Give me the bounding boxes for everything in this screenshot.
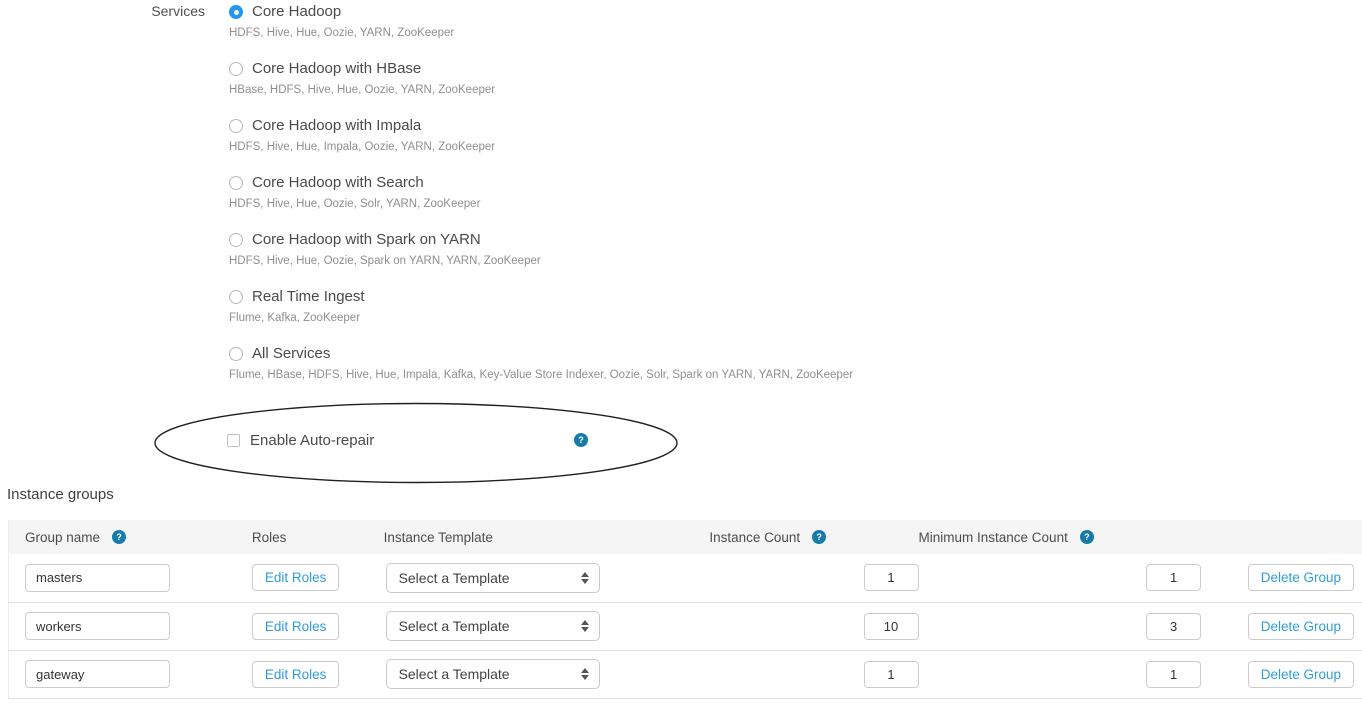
radio-icon[interactable] (229, 290, 243, 304)
radio-icon[interactable] (229, 176, 243, 190)
delete-group-button[interactable]: Delete Group (1248, 613, 1354, 640)
auto-repair-label: Enable Auto-repair (250, 432, 374, 449)
instance-template-select[interactable]: Select a Template (386, 659, 600, 689)
select-stepper-icon (581, 572, 589, 584)
select-stepper-icon (581, 668, 589, 680)
services-section: Services Core Hadoop HDFS, Hive, Hue, Oo… (0, 2, 853, 401)
auto-repair-checkbox[interactable] (227, 434, 240, 447)
auto-repair-help-icon[interactable]: ? (574, 433, 588, 447)
instance-count-input[interactable] (864, 564, 919, 591)
group-name-input[interactable] (25, 564, 170, 592)
service-option-all-services: All Services Flume, HBase, HDFS, Hive, H… (229, 344, 853, 383)
select-value: Select a Template (399, 618, 510, 634)
service-option-core-hadoop-impala: Core Hadoop with Impala HDFS, Hive, Hue,… (229, 116, 853, 155)
column-header-group-name: Group name (25, 530, 100, 545)
radio-label: Core Hadoop with Spark on YARN (252, 230, 481, 249)
service-description: Flume, HBase, HDFS, Hive, Hue, Impala, K… (229, 368, 853, 383)
radio-row-core-hadoop-spark[interactable]: Core Hadoop with Spark on YARN (229, 230, 853, 249)
minimum-instance-count-input[interactable] (1146, 564, 1201, 591)
service-description: HDFS, Hive, Hue, Oozie, Spark on YARN, Y… (229, 254, 853, 269)
service-option-real-time-ingest: Real Time Ingest Flume, Kafka, ZooKeeper (229, 287, 853, 326)
minimum-instance-count-input[interactable] (1146, 661, 1201, 688)
table-row-workers: Edit Roles Select a Template Delete Grou… (9, 602, 1362, 650)
radio-icon[interactable] (229, 347, 243, 361)
radio-row-core-hadoop-search[interactable]: Core Hadoop with Search (229, 173, 853, 192)
table-row-gateway: Edit Roles Select a Template Delete Grou… (9, 650, 1362, 698)
instance-groups-table: Group name ? Roles Instance Template Ins… (8, 520, 1362, 699)
instance-template-select[interactable]: Select a Template (386, 611, 600, 641)
select-value: Select a Template (399, 666, 510, 682)
radio-label: Core Hadoop with Impala (252, 116, 421, 135)
cluster-config-page: Services Core Hadoop HDFS, Hive, Hue, Oo… (0, 0, 1362, 704)
column-header-instance-template: Instance Template (384, 530, 493, 545)
table-header-row: Group name ? Roles Instance Template Ins… (9, 520, 1362, 554)
edit-roles-button[interactable]: Edit Roles (252, 661, 340, 688)
minimum-instance-count-help-icon[interactable]: ? (1080, 530, 1094, 544)
radio-icon-selected[interactable] (229, 5, 243, 19)
service-description: HDFS, Hive, Hue, Oozie, YARN, ZooKeeper (229, 26, 853, 41)
radio-row-core-hadoop-impala[interactable]: Core Hadoop with Impala (229, 116, 853, 135)
column-header-roles: Roles (252, 530, 287, 545)
minimum-instance-count-input[interactable] (1146, 613, 1201, 640)
radio-label: Core Hadoop with Search (252, 173, 424, 192)
radio-label: All Services (252, 344, 330, 363)
instance-count-input[interactable] (864, 613, 919, 640)
edit-roles-button[interactable]: Edit Roles (252, 613, 340, 640)
service-description: Flume, Kafka, ZooKeeper (229, 311, 853, 326)
radio-label: Real Time Ingest (252, 287, 365, 306)
service-option-core-hadoop: Core Hadoop HDFS, Hive, Hue, Oozie, YARN… (229, 2, 853, 41)
service-option-core-hadoop-hbase: Core Hadoop with HBase HBase, HDFS, Hive… (229, 59, 853, 98)
radio-icon[interactable] (229, 62, 243, 76)
delete-group-button[interactable]: Delete Group (1248, 661, 1354, 688)
instance-groups-title: Instance groups (7, 486, 114, 503)
service-option-core-hadoop-spark: Core Hadoop with Spark on YARN HDFS, Hiv… (229, 230, 853, 269)
column-header-instance-count: Instance Count (709, 530, 800, 545)
radio-row-core-hadoop-hbase[interactable]: Core Hadoop with HBase (229, 59, 853, 78)
group-name-input[interactable] (25, 660, 170, 688)
select-stepper-icon (581, 620, 589, 632)
radio-row-core-hadoop[interactable]: Core Hadoop (229, 2, 853, 21)
radio-label: Core Hadoop (252, 2, 341, 21)
auto-repair-row: Enable Auto-repair (227, 432, 374, 449)
radio-icon[interactable] (229, 119, 243, 133)
select-value: Select a Template (399, 570, 510, 586)
service-option-core-hadoop-search: Core Hadoop with Search HDFS, Hive, Hue,… (229, 173, 853, 212)
group-name-help-icon[interactable]: ? (112, 530, 126, 544)
radio-row-all-services[interactable]: All Services (229, 344, 853, 363)
services-radio-group: Core Hadoop HDFS, Hive, Hue, Oozie, YARN… (229, 2, 853, 401)
radio-icon[interactable] (229, 233, 243, 247)
table-row-masters: Edit Roles Select a Template Delete Grou… (9, 554, 1362, 602)
service-description: HDFS, Hive, Hue, Impala, Oozie, YARN, Zo… (229, 140, 853, 155)
column-header-minimum-instance-count: Minimum Instance Count (919, 530, 1068, 545)
service-description: HBase, HDFS, Hive, Hue, Oozie, YARN, Zoo… (229, 83, 853, 98)
instance-template-select[interactable]: Select a Template (386, 563, 600, 593)
edit-roles-button[interactable]: Edit Roles (252, 564, 340, 591)
instance-count-input[interactable] (864, 661, 919, 688)
radio-row-real-time-ingest[interactable]: Real Time Ingest (229, 287, 853, 306)
service-description: HDFS, Hive, Hue, Oozie, Solr, YARN, ZooK… (229, 197, 853, 212)
instance-count-help-icon[interactable]: ? (812, 530, 826, 544)
services-label: Services (0, 2, 205, 401)
delete-group-button[interactable]: Delete Group (1248, 564, 1354, 591)
group-name-input[interactable] (25, 612, 170, 640)
radio-label: Core Hadoop with HBase (252, 59, 421, 78)
